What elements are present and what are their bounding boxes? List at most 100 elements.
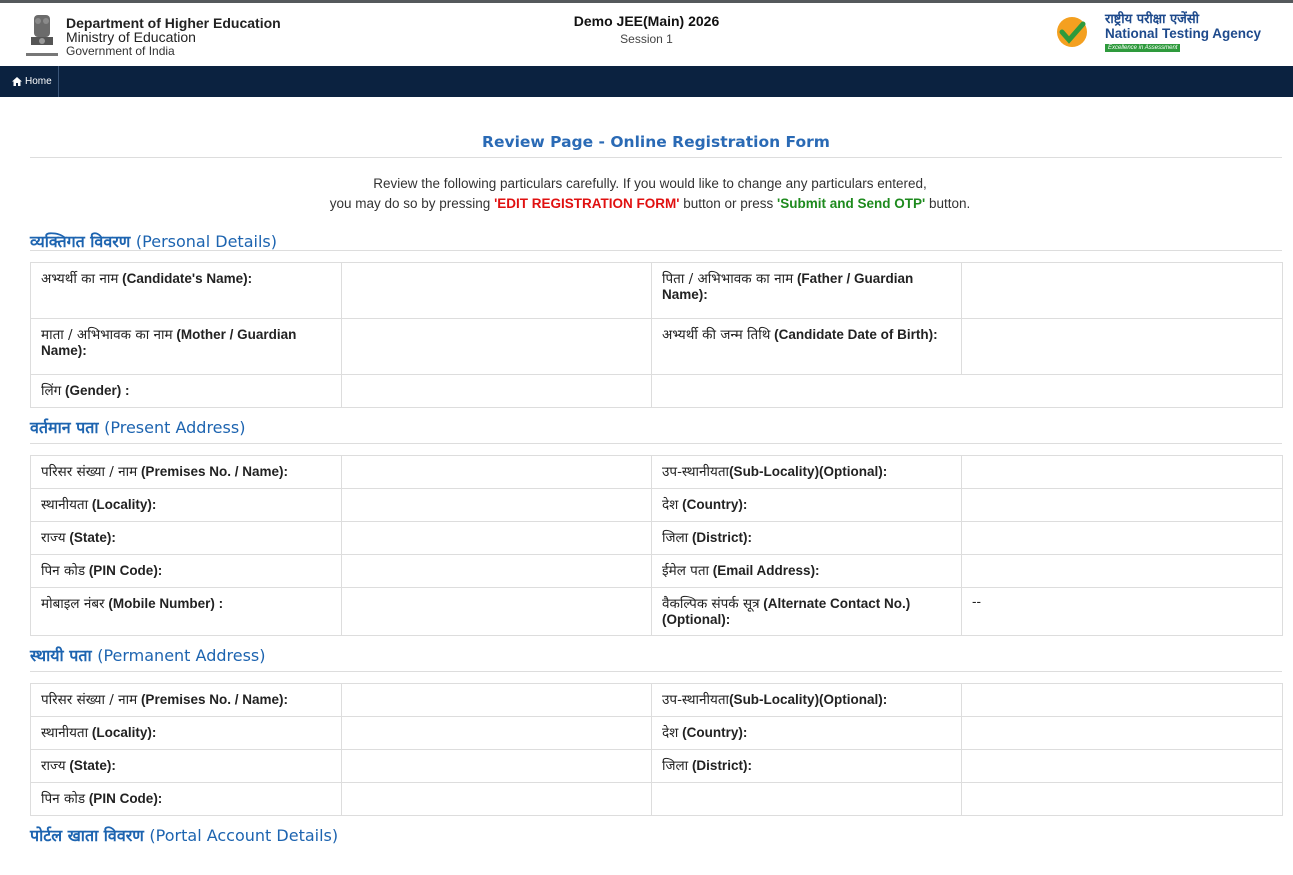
label-english: (PIN Code): <box>88 791 163 806</box>
instructions-text: button or press <box>679 196 778 211</box>
label-hindi: मोबाइल नंबर <box>41 596 105 612</box>
label-english: (Country): <box>682 497 748 512</box>
label-english: (District): <box>691 530 752 545</box>
review-content: Review Page - Online Registration Form R… <box>18 116 1283 852</box>
label-hindi: जिला <box>662 530 689 546</box>
present-state-label: राज्य (State): <box>30 521 342 555</box>
present-sublocality-label: उप-स्थानीयता(Sub-Locality)(Optional): <box>651 455 962 489</box>
permanent-country-label: देश (Country): <box>651 716 962 750</box>
permanent-district-label: जिला (District): <box>651 749 962 783</box>
label-hindi: परिसर संख्या / नाम <box>41 692 138 708</box>
home-icon <box>12 77 22 86</box>
label-english: (Email Address): <box>712 563 820 578</box>
submit-otp-text: 'Submit and Send OTP' <box>777 196 926 211</box>
table-row: माता / अभिभावक का नाम (Mother / Guardian… <box>30 318 1283 375</box>
present-email-label: ईमेल पता (Email Address): <box>651 554 962 588</box>
label-hindi: पिता / अभिभावक का नाम <box>662 271 794 287</box>
present-pin-value <box>341 554 652 588</box>
father-name-value <box>961 262 1283 319</box>
permanent-address-table: परिसर संख्या / नाम (Premises No. / Name)… <box>30 683 1283 816</box>
label-hindi: माता / अभिभावक का नाम <box>41 327 173 343</box>
present-pin-label: पिन कोड (PIN Code): <box>30 554 342 588</box>
table-row: राज्य (State): जिला (District): <box>30 521 1283 555</box>
permanent-premises-label: परिसर संख्या / नाम (Premises No. / Name)… <box>30 683 342 717</box>
personal-details-table: अभ्यर्थी का नाम (Candidate's Name): पिता… <box>30 262 1283 408</box>
label-english: (PIN Code): <box>88 563 163 578</box>
label-english: (Candidate's Name): <box>122 271 253 286</box>
label-hindi: उप-स्थानीयता <box>662 692 730 708</box>
label-hindi: स्थानीयता <box>41 497 89 513</box>
site-header: Department of Higher Education Ministry … <box>0 3 1293 66</box>
label-english: (State): <box>69 530 116 545</box>
portal-account-heading: पोर्टल खाता विवरण (Portal Account Detail… <box>30 816 1282 852</box>
label-hindi: पिन कोड <box>41 791 86 807</box>
label-hindi: परिसर संख्या / नाम <box>41 464 138 480</box>
permanent-locality-value <box>341 716 652 750</box>
label-hindi: अभ्यर्थी की जन्म तिथि <box>662 327 771 343</box>
section-heading-hindi: पोर्टल खाता विवरण <box>30 826 144 845</box>
permanent-premises-value <box>341 683 652 717</box>
nta-tagline: Excellence in Assessment <box>1105 44 1181 52</box>
permanent-empty-cell <box>961 782 1283 816</box>
dob-label: अभ्यर्थी की जन्म तिथि (Candidate Date of… <box>651 318 962 375</box>
label-hindi: स्थानीयता <box>41 725 89 741</box>
label-english: (Mobile Number) : <box>108 596 224 611</box>
government-name: Government of India <box>66 44 175 58</box>
gender-empty-cell <box>651 374 1283 408</box>
table-row: लिंग (Gender) : <box>30 374 1283 408</box>
present-premises-label: परिसर संख्या / नाम (Premises No. / Name)… <box>30 455 342 489</box>
section-heading-english: (Personal Details) <box>135 232 277 251</box>
main-navbar: Home <box>0 66 1293 97</box>
instructions-line1: Review the following particulars careful… <box>373 176 927 191</box>
present-email-value <box>961 554 1283 588</box>
permanent-state-value <box>341 749 652 783</box>
label-hindi: अभ्यर्थी का नाम <box>41 271 119 287</box>
review-instructions: Review the following particulars careful… <box>18 174 1282 214</box>
gender-label: लिंग (Gender) : <box>30 374 342 408</box>
present-district-value <box>961 521 1283 555</box>
permanent-pin-value <box>341 782 652 816</box>
permanent-pin-label: पिन कोड (PIN Code): <box>30 782 342 816</box>
permanent-locality-label: स्थानीयता (Locality): <box>30 716 342 750</box>
label-hindi: पिन कोड <box>41 563 86 579</box>
permanent-address-heading: स्थायी पता (Permanent Address) <box>30 636 1282 672</box>
label-hindi: देश <box>662 725 679 741</box>
table-row: पिन कोड (PIN Code): ईमेल पता (Email Addr… <box>30 554 1283 588</box>
table-row: परिसर संख्या / नाम (Premises No. / Name)… <box>30 683 1283 717</box>
table-row: स्थानीयता (Locality): देश (Country): <box>30 488 1283 522</box>
label-english: (Locality): <box>91 497 157 512</box>
nta-check-icon <box>1057 17 1087 47</box>
instructions-line2: you may do so by pressing 'EDIT REGISTRA… <box>18 194 1282 214</box>
label-english: (District): <box>691 758 752 773</box>
table-row: राज्य (State): जिला (District): <box>30 749 1283 783</box>
label-hindi: जिला <box>662 758 689 774</box>
mother-name-value <box>341 318 652 375</box>
table-row: मोबाइल नंबर (Mobile Number) : वैकल्पिक स… <box>30 587 1283 636</box>
label-english: (Candidate Date of Birth): <box>774 327 938 342</box>
label-hindi: राज्य <box>41 530 66 546</box>
section-heading-english: (Portal Account Details) <box>149 826 339 845</box>
permanent-sublocality-label: उप-स्थानीयता(Sub-Locality)(Optional): <box>651 683 962 717</box>
permanent-state-label: राज्य (State): <box>30 749 342 783</box>
present-premises-value <box>341 455 652 489</box>
present-country-value <box>961 488 1283 522</box>
label-english: (Sub-Locality)(Optional): <box>729 464 888 479</box>
label-hindi: राज्य <box>41 758 66 774</box>
mother-name-label: माता / अभिभावक का नाम (Mother / Guardian… <box>30 318 342 375</box>
section-heading-hindi: वर्तमान पता <box>30 418 99 437</box>
section-heading-hindi: स्थायी पता <box>30 646 92 665</box>
nav-home-label: Home <box>25 76 52 87</box>
label-hindi: लिंग <box>41 383 62 399</box>
permanent-empty-cell <box>651 782 962 816</box>
section-heading-hindi: व्यक्तिगत विवरण <box>30 232 131 251</box>
label-english: (Gender) : <box>65 383 130 398</box>
present-alt-contact-value: -- <box>961 587 1283 636</box>
present-address-heading: वर्तमान पता (Present Address) <box>30 408 1282 444</box>
label-english: (Sub-Locality)(Optional): <box>729 692 888 707</box>
present-locality-value <box>341 488 652 522</box>
nav-home-link[interactable]: Home <box>0 66 59 97</box>
present-country-label: देश (Country): <box>651 488 962 522</box>
present-district-label: जिला (District): <box>651 521 962 555</box>
edit-registration-text: 'EDIT REGISTRATION FORM' <box>494 196 680 211</box>
present-mobile-value <box>341 587 652 636</box>
